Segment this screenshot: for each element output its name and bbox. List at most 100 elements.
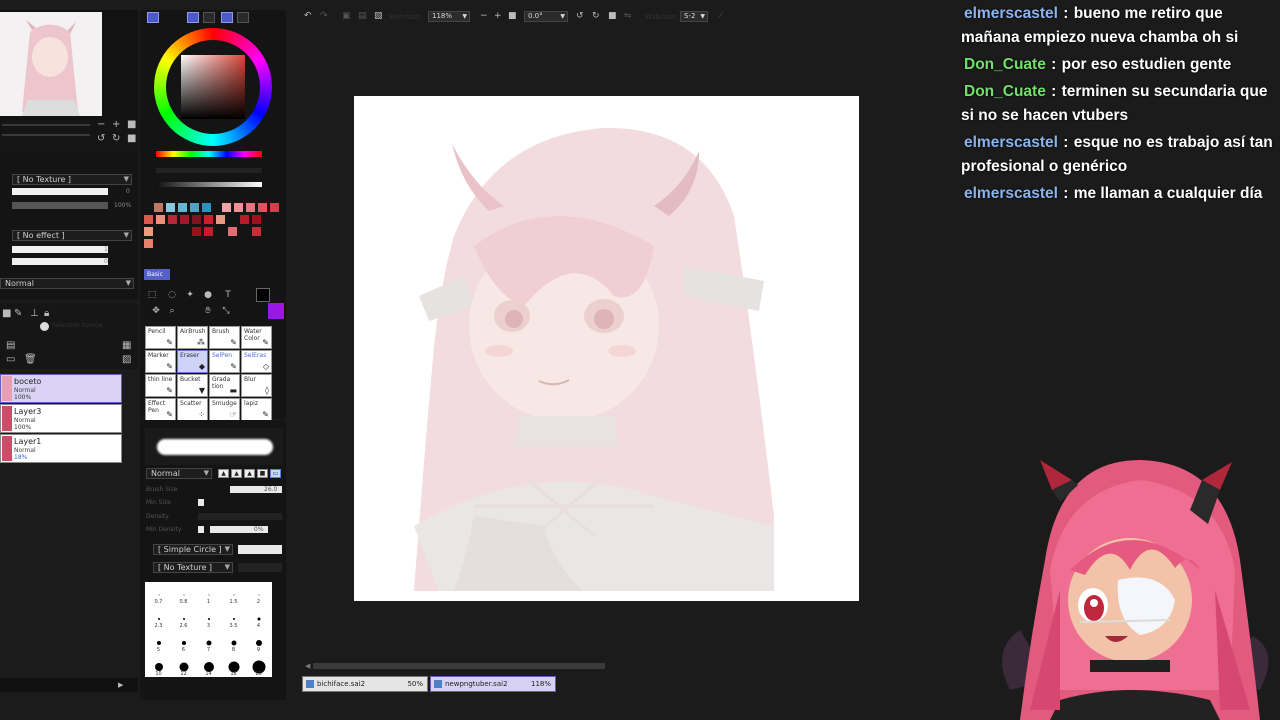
document-tab[interactable]: newpngtuber.sai2 118%	[430, 676, 556, 692]
color-swatch[interactable]	[144, 227, 153, 236]
tool-eraser[interactable]: Eraser ◆	[177, 350, 208, 373]
selection-tool-icon[interactable]: ⬚	[146, 289, 158, 301]
color-swatch[interactable]	[156, 215, 165, 224]
brush-size-preset[interactable]: 1	[196, 589, 221, 605]
brush-size-preset[interactable]: 2.6	[171, 613, 196, 629]
texture-scale-slider[interactable]	[12, 202, 108, 209]
color-swatch[interactable]	[192, 227, 201, 236]
rotate-left-icon[interactable]: ↺	[576, 12, 584, 21]
merge-layer-icon[interactable]: ▨	[122, 355, 131, 365]
color-swatch[interactable]	[270, 203, 279, 212]
brush-texture-dropdown[interactable]: [ No Texture ] ▼	[153, 562, 233, 573]
tool-grada-tion[interactable]: Grada tion ▬	[209, 374, 240, 397]
brush-size-preset[interactable]: 12	[171, 661, 196, 677]
rotation-reset-icon[interactable]: ■	[608, 12, 617, 21]
color-swatch[interactable]	[252, 227, 261, 236]
brush-size-preset[interactable]: 6	[171, 637, 196, 653]
selection-source-toggle[interactable]	[40, 322, 49, 331]
min-size-slider[interactable]	[198, 499, 204, 506]
move-tool-icon[interactable]: ✥	[150, 305, 162, 317]
color-swatch[interactable]	[216, 215, 225, 224]
new-layer-icon[interactable]: ▤	[6, 341, 15, 351]
layer-scroll-bar[interactable]: ▶	[0, 678, 138, 692]
hand-tool-icon[interactable]: ✋︎	[202, 305, 214, 317]
scrollbar-thumb[interactable]	[313, 663, 605, 669]
selection-visibility-icon[interactable]: ▧	[374, 12, 383, 21]
effect-strength-slider[interactable]	[12, 258, 108, 265]
zoom-slider[interactable]	[2, 124, 90, 126]
tool-thin-line[interactable]: thin line ✎	[145, 374, 176, 397]
color-swatch[interactable]	[222, 203, 231, 212]
pen-icon[interactable]: ✎	[14, 309, 22, 319]
rotate-left-icon[interactable]: ↺	[97, 134, 105, 144]
brush-size-preset[interactable]: 16	[221, 661, 246, 677]
saturation-slider[interactable]	[156, 168, 262, 173]
color-swatch[interactable]	[180, 215, 189, 224]
pin-icon[interactable]: ⊥	[30, 309, 39, 319]
background-color[interactable]	[268, 303, 284, 319]
rotate-tool-icon[interactable]: ⤡	[220, 305, 232, 317]
layer-blend-mode-dropdown[interactable]: Normal ▼	[0, 278, 134, 289]
scratchpad-mode-icon[interactable]	[237, 12, 249, 23]
tool-bucket[interactable]: Bucket ▼	[177, 374, 208, 397]
tool-marker[interactable]: Marker ✎	[145, 350, 176, 373]
brush-shape-button[interactable]: ▭	[270, 469, 281, 478]
zoom-out-icon[interactable]: −	[480, 12, 488, 21]
brush-shape-dropdown[interactable]: [ Simple Circle ] ▼	[153, 544, 233, 555]
scroll-left-icon[interactable]: ◀	[305, 662, 310, 670]
document-tab[interactable]: bichiface.sai2 50%	[302, 676, 428, 692]
color-swatch[interactable]	[246, 203, 255, 212]
tool-lapiz[interactable]: lapiz ✎	[241, 398, 272, 421]
undo-icon[interactable]: ↶	[304, 12, 312, 21]
brush-shape-button[interactable]: ▲	[218, 469, 229, 478]
delete-layer-icon[interactable]: 🗑︎	[24, 355, 37, 365]
brush-size-preset[interactable]: 10	[146, 661, 171, 677]
zoom-in-icon[interactable]: +	[494, 12, 502, 21]
color-swatch[interactable]	[202, 203, 211, 212]
layer-row[interactable]: boceto Normal 100%	[0, 374, 122, 403]
color-wheel-mode-icon[interactable]	[147, 12, 159, 23]
tool-effect-pen[interactable]: Effect Pen ✎	[145, 398, 176, 421]
density-slider[interactable]	[198, 513, 282, 520]
color-swatch[interactable]	[192, 215, 201, 224]
text-tool-icon[interactable]: T	[222, 289, 234, 301]
rotate-right-icon[interactable]: ↻	[112, 134, 120, 144]
pen-pressure-icon[interactable]: ⁄	[720, 12, 722, 21]
reset-rotation-icon[interactable]: ■	[127, 134, 136, 144]
tool-water-color[interactable]: Water Color ✎	[241, 326, 272, 349]
zoom-tool-icon[interactable]: ⌕	[166, 305, 178, 317]
color-swatch[interactable]	[252, 215, 261, 224]
zoom-reset-icon[interactable]: ■	[508, 12, 517, 21]
brush-shape-button[interactable]: ■	[257, 469, 268, 478]
color-swatch[interactable]	[258, 203, 267, 212]
min-density-slider[interactable]	[198, 526, 204, 533]
color-swatch[interactable]	[240, 215, 249, 224]
layer-menu-icon[interactable]: ▦	[122, 341, 131, 351]
color-swatch[interactable]	[168, 215, 177, 224]
swatch-tab-basic[interactable]: Basic	[144, 269, 170, 280]
layer-row[interactable]: Layer1 Normal 18%	[0, 434, 122, 463]
tool-selpen[interactable]: SelPen ✎	[209, 350, 240, 373]
tool-scatter[interactable]: Scatter ⁘	[177, 398, 208, 421]
color-swatch[interactable]	[144, 215, 153, 224]
navigator-thumbnail[interactable]	[0, 12, 102, 116]
rotate-right-icon[interactable]: ↻	[592, 12, 600, 21]
brush-texture-slider[interactable]	[238, 563, 282, 572]
layer-texture-dropdown[interactable]: [ No Texture ] ▼	[12, 174, 132, 185]
brush-blend-mode-dropdown[interactable]: Normal ▼	[146, 468, 212, 479]
layer-effect-dropdown[interactable]: [ No effect ] ▼	[12, 230, 132, 241]
hue-slider[interactable]	[156, 151, 262, 157]
brush-size-preset[interactable]: 4	[246, 613, 271, 629]
zoom-in-icon[interactable]: +	[112, 120, 120, 130]
lasso-tool-icon[interactable]: ◌	[166, 289, 178, 301]
brush-size-preset[interactable]: 9	[246, 637, 271, 653]
tool-brush[interactable]: Brush ✎	[209, 326, 240, 349]
brush-size-preset[interactable]: 5	[146, 637, 171, 653]
tool-blur[interactable]: Blur ◊	[241, 374, 272, 397]
tool-seleras[interactable]: SelEras ◇	[241, 350, 272, 373]
color-swatch[interactable]	[204, 215, 213, 224]
value-slider[interactable]	[156, 182, 262, 187]
brush-size-preset[interactable]: 2	[246, 589, 271, 605]
color-swatch[interactable]	[166, 203, 175, 212]
brush-size-preset[interactable]: 8	[221, 637, 246, 653]
